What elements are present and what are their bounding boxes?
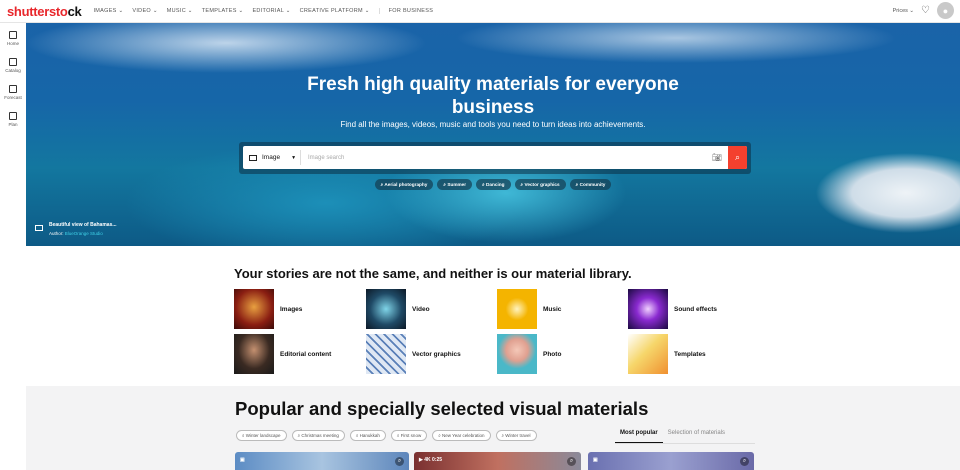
sidebar: Home Catalog Forecast Plan	[0, 23, 26, 470]
popular-title: Popular and specially selected visual ma…	[235, 398, 649, 419]
chip-summer[interactable]: ⌕ Summer	[437, 179, 473, 190]
sidebar-item-home[interactable]: Home	[0, 31, 26, 50]
sidebar-item-forecast[interactable]: Forecast	[0, 85, 26, 104]
tab-selection-of-materials[interactable]: Selection of materials	[663, 428, 730, 443]
home-icon	[9, 31, 17, 39]
category-video[interactable]: Video	[366, 289, 430, 329]
nav-editorial[interactable]: EDITORIAL ⌄	[252, 8, 290, 14]
author-link[interactable]: BlueOrange Studio	[65, 231, 103, 236]
tag-winter-travel[interactable]: ⌕ Winter travel	[495, 430, 537, 441]
image-icon	[35, 225, 43, 231]
camera-search-icon[interactable]: 📷︎	[712, 153, 722, 162]
search-button[interactable]: ⌕	[728, 146, 747, 169]
category-editorial-content[interactable]: Editorial content	[234, 334, 331, 374]
avatar[interactable]: ●	[937, 2, 954, 19]
image-icon: ▣	[593, 457, 598, 463]
image-credit: Beautiful view of Bahamas... Author: Blu…	[35, 222, 117, 236]
zoom-icon[interactable]: ⌕	[740, 457, 749, 466]
media-card[interactable]: ▣ ⌕	[235, 452, 409, 470]
category-vector-graphics[interactable]: Vector graphics	[366, 334, 461, 374]
library-title: Your stories are not the same, and neith…	[234, 266, 632, 281]
plan-icon	[9, 112, 17, 120]
nav-for-business[interactable]: FOR BUSINESS	[378, 8, 434, 14]
tab-most-popular[interactable]: Most popular	[615, 428, 663, 443]
nav-video[interactable]: VIDEO ⌄	[132, 8, 157, 14]
nav-templates[interactable]: TEMPLATES ⌄	[202, 8, 244, 14]
image-icon	[249, 154, 257, 161]
nav-images[interactable]: IMAGES ⌄	[93, 8, 123, 14]
category-templates[interactable]: Templates	[628, 334, 706, 374]
nav-music[interactable]: MUSIC ⌄	[167, 8, 193, 14]
category-photo[interactable]: Photo	[497, 334, 561, 374]
top-nav: shutterstock IMAGES ⌄ VIDEO ⌄ MUSIC ⌄ TE…	[0, 0, 960, 23]
hero-subtitle: Find all the images, videos, music and t…	[340, 120, 646, 129]
prices-menu[interactable]: Prices ⌄	[893, 8, 914, 14]
search-icon: ⌕	[734, 152, 741, 162]
catalog-icon	[9, 58, 17, 66]
hero-banner: Fresh high quality materials for everyon…	[26, 23, 960, 246]
category-images[interactable]: Images	[234, 289, 302, 329]
library-section: Your stories are not the same, and neith…	[26, 246, 960, 386]
chip-dancing[interactable]: ⌕ Dancing	[476, 179, 511, 190]
search-input[interactable]: Image search	[301, 155, 712, 161]
tag-christmas-meeting[interactable]: ⌕ Christmas meeting	[291, 430, 345, 441]
nav-creative-platform[interactable]: CREATIVE PLATFORM ⌄	[300, 8, 370, 14]
category-music[interactable]: Music	[497, 289, 561, 329]
search-type-select[interactable]: Image ▼	[243, 150, 301, 165]
search-bar: Image ▼ Image search 📷︎ ⌕	[239, 142, 751, 174]
tag-winter-landscape[interactable]: ⌕ Winter landscape	[236, 430, 287, 441]
chip-vector-graphics[interactable]: ⌕ Vector graphics	[514, 179, 566, 190]
chip-aerial-photography[interactable]: ⌕ Aerial photography	[374, 179, 434, 190]
image-icon: ▣	[240, 457, 245, 463]
shutterstock-logo[interactable]: shutterstock	[7, 4, 82, 19]
media-card[interactable]: ▶ 4K 0:25 ⌕	[414, 452, 581, 470]
forecast-icon	[9, 85, 17, 93]
tag-new-year-celebration[interactable]: ⌕ New Year celebration	[432, 430, 491, 441]
tag-hanukkah[interactable]: ⌕ Hanukkah	[349, 430, 386, 441]
zoom-icon[interactable]: ⌕	[567, 457, 576, 466]
heart-icon[interactable]: ♡	[921, 5, 930, 16]
sidebar-item-plan[interactable]: Plan	[0, 112, 26, 131]
chip-community[interactable]: ⌕ Community	[569, 179, 612, 190]
tag-first-snow[interactable]: ⌕ First snow	[390, 430, 428, 441]
zoom-icon[interactable]: ⌕	[395, 457, 404, 466]
category-sound-effects[interactable]: Sound effects	[628, 289, 717, 329]
hero-title: Fresh high quality materials for everyon…	[307, 74, 679, 118]
sidebar-item-catalog[interactable]: Catalog	[0, 58, 26, 77]
media-card[interactable]: ▣ ⌕	[588, 452, 754, 470]
